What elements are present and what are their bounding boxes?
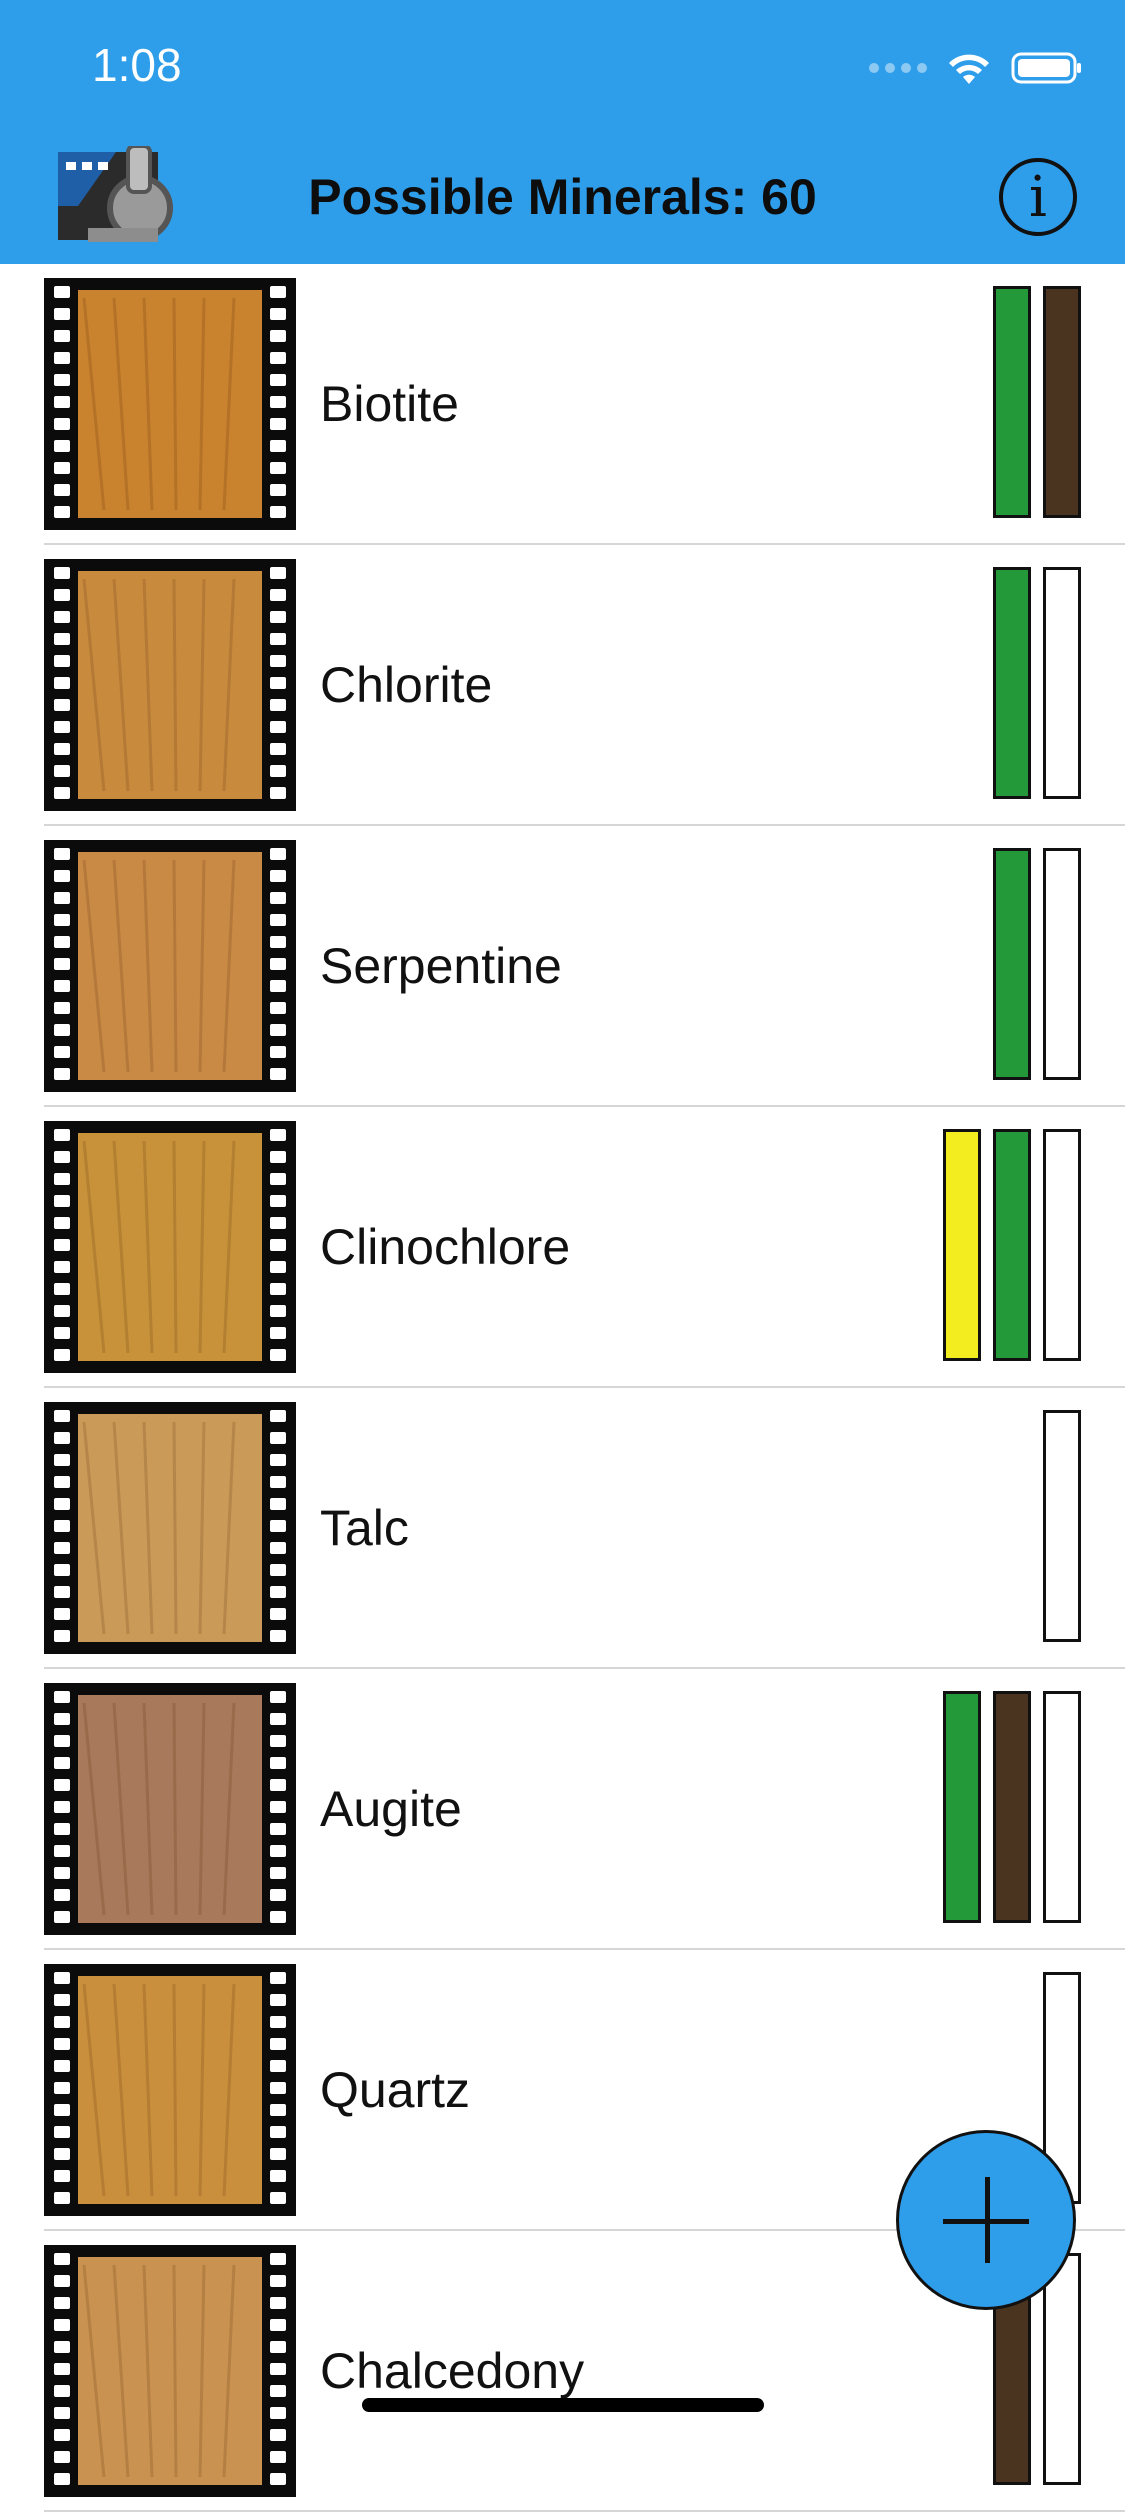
color-bar-white [1043,848,1081,1080]
mineral-name: Chlorite [320,657,493,713]
color-bar-white [1043,1691,1081,1923]
mineral-thumbnail [44,1964,296,2216]
cellular-signal-icon [869,63,927,73]
mineral-name: Chalcedony [320,2343,585,2399]
color-bar-yellow [943,1129,981,1361]
status-indicators [869,46,1083,90]
color-bar-green [943,1691,981,1923]
mineral-thumbnail [44,2245,296,2497]
info-icon: i [1029,164,1047,230]
list-item[interactable]: Chlorite [0,545,1125,826]
mineral-name: Talc [320,1500,409,1556]
mineral-name: Quartz [320,2062,471,2118]
color-indicators [993,567,1081,799]
color-bar-green [993,567,1031,799]
wifi-icon [949,54,989,84]
list-item[interactable]: Talc [0,1388,1125,1669]
mineral-thumbnail [44,278,296,530]
mineral-name: Clinochlore [320,1219,571,1275]
mineral-thumbnail [44,1121,296,1373]
mineral-name: Biotite [320,376,459,432]
color-bar-white [1043,1129,1081,1361]
mineral-name: Serpentine [320,938,562,994]
info-button[interactable]: i [999,158,1077,236]
navigation-bar: 1:08 Possible Minerals: 60 i [0,0,1125,264]
mineral-thumbnail [44,1683,296,1935]
color-bar-brown [1043,286,1081,518]
color-bar-brown [993,1691,1031,1923]
page-title: Possible Minerals: 60 [308,169,817,225]
mineral-name: Augite [320,1781,462,1837]
color-indicators [943,1691,1081,1923]
color-indicators [1043,1410,1081,1642]
add-button[interactable] [896,2130,1076,2310]
color-bar-green [993,286,1031,518]
home-indicator [362,2398,764,2412]
battery-icon [1011,52,1081,84]
mineral-thumbnail [44,1402,296,1654]
list-item[interactable]: Biotite [0,264,1125,545]
color-indicators [993,848,1081,1080]
mineral-thumbnail [44,559,296,811]
list-item[interactable]: Augite [0,1669,1125,1950]
color-indicators [943,1129,1081,1361]
color-bar-green [993,848,1031,1080]
mineral-thumbnail [44,840,296,1092]
list-item[interactable]: Serpentine [0,826,1125,1107]
color-bar-white [1043,2253,1081,2485]
color-bar-white [1043,1410,1081,1642]
color-bar-green [993,1129,1031,1361]
status-time: 1:08 [92,39,182,91]
color-indicators [993,286,1081,518]
list-item[interactable]: Clinochlore [0,1107,1125,1388]
color-bar-white [1043,567,1081,799]
